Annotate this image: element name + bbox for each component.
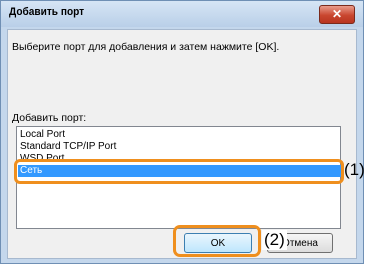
list-selection-highlight bbox=[14, 159, 344, 184]
instruction-text: Выберите порт для добавления и затем наж… bbox=[12, 41, 280, 53]
port-item-local[interactable]: Local Port bbox=[18, 129, 341, 141]
close-icon: ✕ bbox=[331, 7, 343, 21]
ok-button-highlight bbox=[173, 225, 261, 257]
dialog-title: Добавить порт bbox=[9, 6, 85, 18]
title-bar: Добавить порт ✕ bbox=[1, 1, 363, 27]
port-list-label: Добавить порт: bbox=[12, 112, 87, 124]
callout-1: (1) bbox=[344, 160, 365, 179]
close-button[interactable]: ✕ bbox=[319, 5, 355, 24]
port-item-standard-tcpip[interactable]: Standard TCP/IP Port bbox=[18, 141, 341, 153]
callout-2: (2) bbox=[262, 230, 287, 250]
